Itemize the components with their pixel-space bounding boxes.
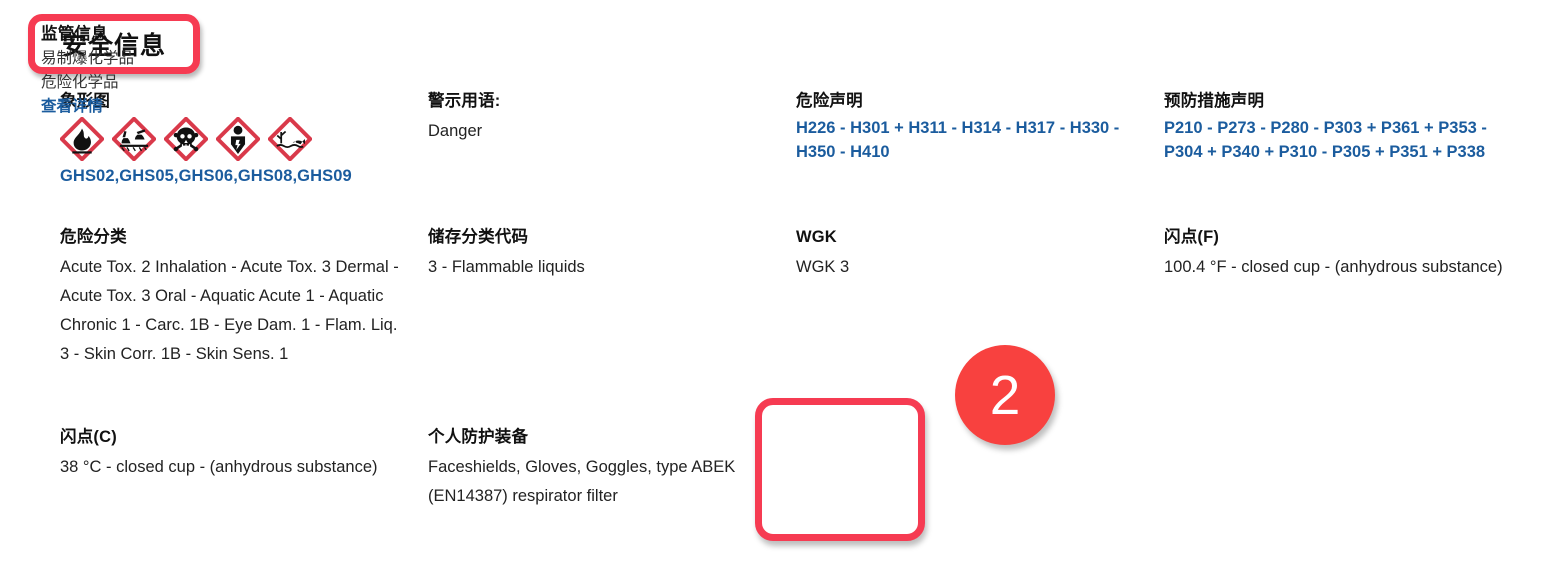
- field-value-wgk: WGK 3: [796, 258, 850, 277]
- regulatory-view-details-link[interactable]: 查看详情: [41, 95, 181, 120]
- field-flash-point-f: 闪点(F) 100.4 °F - closed cup - (anhydrous…: [1164, 226, 1532, 282]
- field-flash-point-c: 闪点(C) 38 °C - closed cup - (anhydrous su…: [60, 426, 428, 482]
- regulatory-item-explosive-precursor: 易制爆化学品: [41, 50, 135, 68]
- field-hazard-classification: 危险分类 Acute Tox. 2 Inhalation - Acute Tox…: [60, 226, 428, 369]
- field-label-personal-protective-equipment: 个人防护装备: [428, 428, 529, 446]
- field-value-hazard-classification: Acute Tox. 2 Inhalation - Acute Tox. 3 D…: [60, 258, 399, 363]
- pictogram-list: [60, 117, 428, 162]
- field-value-hazard-statements[interactable]: H226 - H301 + H311 - H314 - H317 - H330 …: [796, 117, 1141, 164]
- regulatory-item-hazardous-chemical: 危险化学品: [41, 74, 119, 92]
- field-hazard-statements: 危险声明 H226 - H301 + H311 - H314 - H317 - …: [796, 90, 1164, 164]
- field-regulatory-info: 监管信息 易制爆化学品 危险化学品 查看详情: [41, 23, 181, 120]
- environment-icon: [268, 117, 312, 162]
- field-label-flash-point-c: 闪点(C): [60, 428, 117, 446]
- field-signal-word: 警示用语: Danger: [428, 90, 796, 146]
- corrosion-icon: [112, 117, 156, 162]
- field-value-personal-protective-equipment: Faceshields, Gloves, Goggles, type ABEK …: [428, 458, 736, 506]
- field-precautionary-statements: 预防措施声明 P210 - P273 - P280 - P303 + P361 …: [1164, 90, 1532, 164]
- annotation-highlight-box-regulatory: [755, 398, 925, 541]
- field-label-precautionary-statements: 预防措施声明: [1164, 92, 1265, 110]
- ghs-codes-link[interactable]: GHS02,GHS05,GHS06,GHS08,GHS09: [60, 167, 428, 186]
- field-label-hazard-classification: 危险分类: [60, 228, 127, 246]
- field-label-wgk: WGK: [796, 228, 837, 246]
- field-label-hazard-statements: 危险声明: [796, 92, 863, 110]
- field-personal-protective-equipment: 个人防护装备 Faceshields, Gloves, Goggles, typ…: [428, 426, 796, 511]
- field-value-precautionary-statements[interactable]: P210 - P273 - P280 - P303 + P361 + P353 …: [1164, 117, 1509, 164]
- annotation-step-badge-2: 2: [955, 345, 1055, 445]
- field-wgk: WGK WGK 3: [796, 226, 1164, 282]
- field-label-regulatory-info: 监管信息: [41, 25, 108, 43]
- field-value-flash-point-c: 38 °C - closed cup - (anhydrous substanc…: [60, 458, 378, 477]
- health-hazard-icon: [216, 117, 260, 162]
- field-value-storage-class-code: 3 - Flammable liquids: [428, 258, 585, 277]
- field-label-signal-word: 警示用语:: [428, 92, 501, 110]
- field-value-flash-point-f: 100.4 °F - closed cup - (anhydrous subst…: [1164, 258, 1503, 277]
- skull-crossbones-icon: [164, 117, 208, 162]
- field-storage-class-code: 储存分类代码 3 - Flammable liquids: [428, 226, 796, 282]
- flame-icon: [60, 117, 104, 162]
- field-label-storage-class-code: 储存分类代码: [428, 228, 529, 246]
- field-label-flash-point-f: 闪点(F): [1164, 228, 1220, 246]
- field-value-signal-word: Danger: [428, 122, 483, 141]
